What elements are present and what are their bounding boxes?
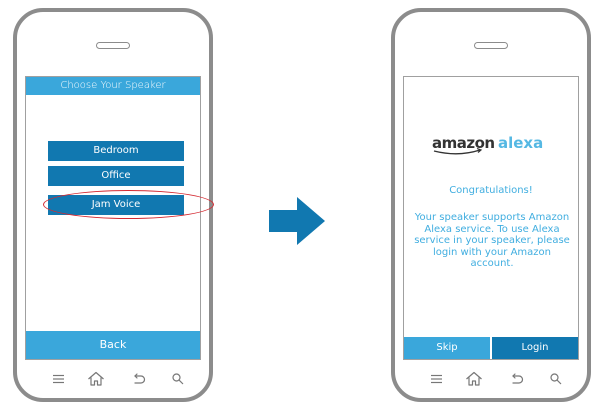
right-arrow-icon <box>269 197 325 245</box>
skip-button[interactable]: Skip <box>404 337 490 359</box>
speaker-option-jam-voice[interactable]: Jam Voice <box>48 195 184 215</box>
screen-title: Choose Your Speaker <box>26 77 200 95</box>
home-icon[interactable] <box>464 369 484 389</box>
login-button[interactable]: Login <box>492 337 578 359</box>
svg-text:alexa: alexa <box>498 134 543 152</box>
congratulations-heading: Congratulations! <box>449 185 533 196</box>
action-buttons: Skip Login <box>404 337 578 359</box>
speaker-option-office[interactable]: Office <box>48 166 184 186</box>
earpiece-slot <box>96 42 130 49</box>
amazon-alexa-logo: amazon alexa <box>432 134 543 155</box>
back-arrow-icon[interactable] <box>128 369 148 389</box>
menu-icon[interactable] <box>427 369 447 389</box>
alexa-login-screen: amazon alexa Congratulations! Your speak… <box>403 76 579 360</box>
search-icon[interactable] <box>168 369 188 389</box>
back-arrow-icon[interactable] <box>506 369 526 389</box>
alexa-info-message: Your speaker supports Amazon Alexa servi… <box>414 212 570 269</box>
phone-left: Choose Your Speaker Bedroom Office Jam V… <box>13 8 214 402</box>
back-button[interactable]: Back <box>26 331 200 359</box>
search-icon[interactable] <box>546 369 566 389</box>
earpiece-slot <box>474 42 508 49</box>
android-nav-bar <box>395 369 587 389</box>
choose-speaker-screen: Choose Your Speaker Bedroom Office Jam V… <box>25 76 214 360</box>
menu-icon[interactable] <box>49 369 69 389</box>
phone-right: amazon alexa Congratulations! Your speak… <box>391 8 591 402</box>
svg-text:amazon: amazon <box>432 134 495 152</box>
speaker-option-bedroom[interactable]: Bedroom <box>48 141 184 161</box>
android-nav-bar <box>17 369 209 389</box>
home-icon[interactable] <box>86 369 106 389</box>
